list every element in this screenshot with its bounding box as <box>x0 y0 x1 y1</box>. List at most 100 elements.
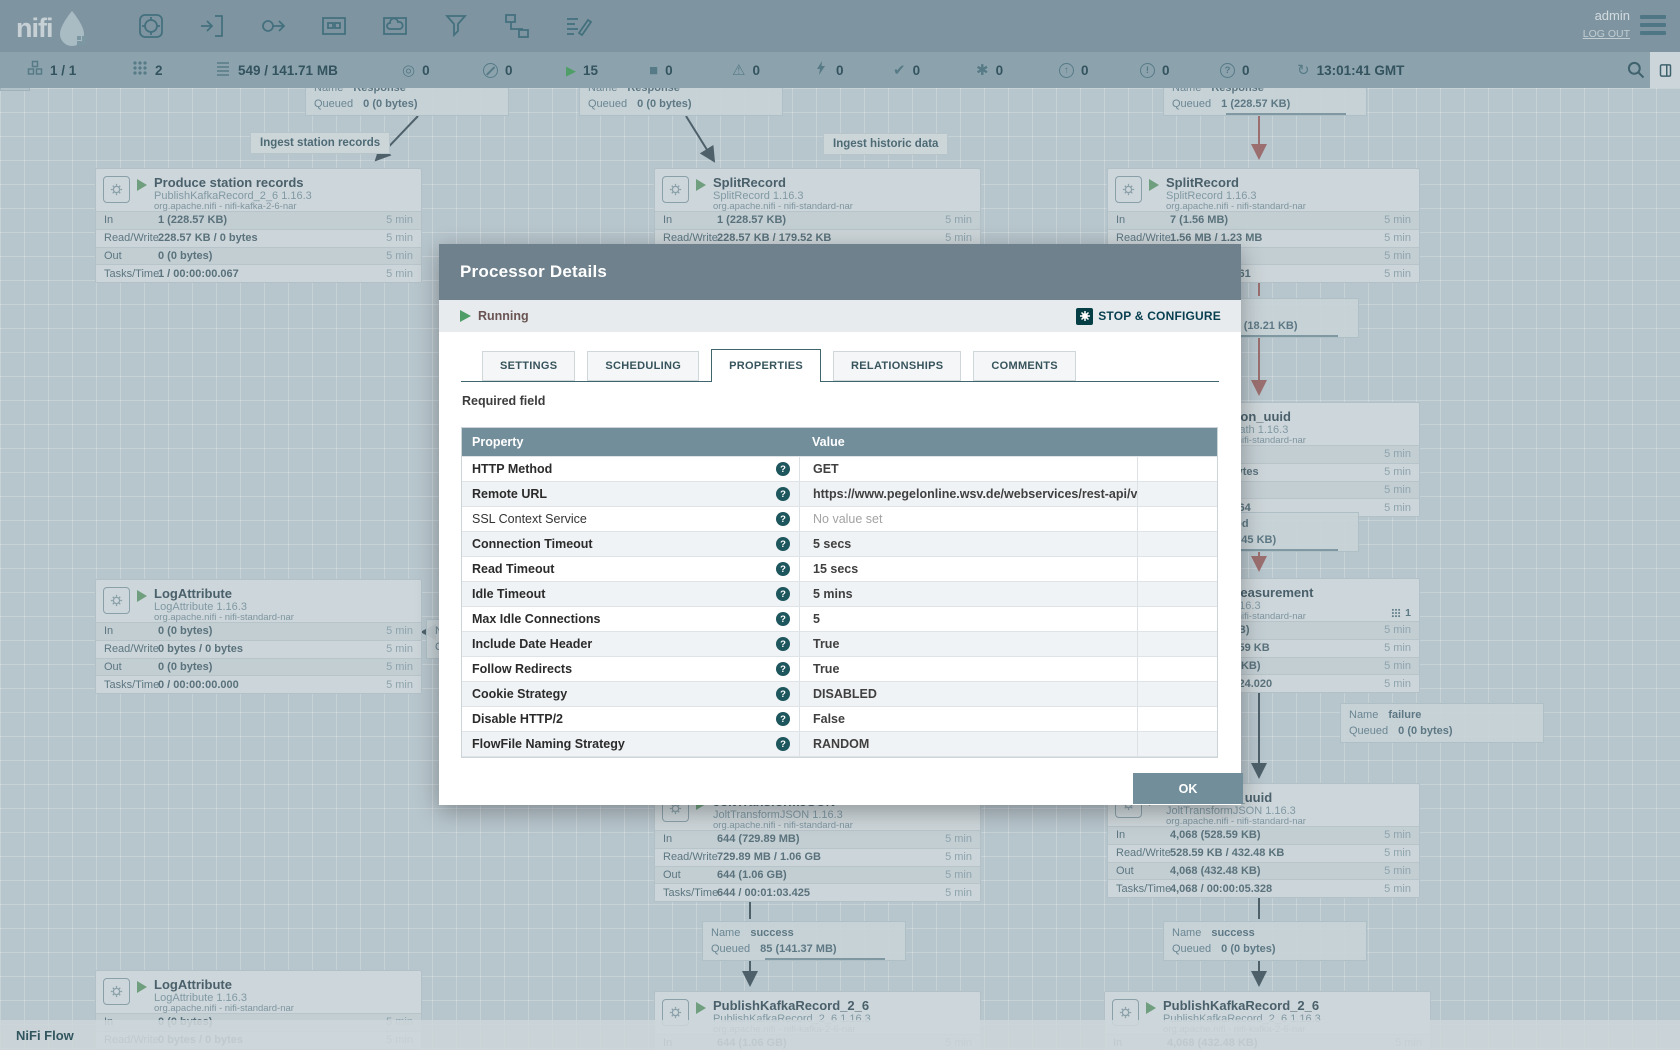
breadcrumb[interactable]: NiFi Flow <box>16 1028 74 1043</box>
stat-window: 5 min <box>377 268 421 280</box>
running-icon: ▶ <box>566 64 576 77</box>
help-icon[interactable]: ? <box>776 537 790 551</box>
property-name: Include Date Header <box>472 637 592 651</box>
spare-cell <box>1137 707 1217 731</box>
value-cell[interactable]: No value set <box>799 507 1137 531</box>
processor-icon <box>103 587 130 614</box>
stat-window: 5 min <box>1375 250 1419 262</box>
help-icon[interactable]: ? <box>776 737 790 751</box>
status-locally-modified-count: 0 <box>996 63 1004 78</box>
tab-properties[interactable]: PROPERTIES <box>711 349 821 382</box>
processor-header: LogAttributeLogAttribute 1.16.3org.apach… <box>96 580 421 622</box>
properties-table: Property Value HTTP Method?GETRemote URL… <box>461 427 1218 758</box>
table-header-row: Property Value <box>462 428 1217 456</box>
status-disabled-count: 0 <box>836 63 844 78</box>
connection-label-l9[interactable]: NamefailureQueued0 (0 bytes) <box>1340 703 1544 743</box>
stat-label: Out <box>96 661 158 673</box>
property-name: Cookie Strategy <box>472 687 567 701</box>
status-locally-modified-stale-count: 0 <box>1162 63 1170 78</box>
output-port-icon[interactable] <box>258 11 288 41</box>
stat-row: Tasks/Time644 / 00:01:03.4255 min <box>655 883 980 901</box>
property-row: FlowFile Naming Strategy?RANDOM <box>462 731 1217 756</box>
birdseye-toggle-button[interactable] <box>1650 52 1680 88</box>
canvas-label-lab1[interactable]: Ingest station records <box>250 132 390 154</box>
connection-label-l11[interactable]: NamesuccessQueued0 (0 bytes) <box>1163 921 1367 961</box>
processor-p1[interactable]: Produce station recordsPublishKafkaRecor… <box>95 168 422 283</box>
label-icon[interactable] <box>563 11 593 41</box>
property-value: 15 secs <box>813 562 858 576</box>
stat-window: 5 min <box>1375 847 1419 859</box>
stat-label: Read/Write <box>1108 232 1170 244</box>
status-cluster-count: 1 / 1 <box>50 63 76 78</box>
queue-percent-bar <box>1226 113 1346 115</box>
status-sync-failure: ?0 <box>1220 52 1250 88</box>
last-refresh[interactable]: ↻ 13:01:41 GMT <box>1297 52 1404 88</box>
stat-label: In <box>1108 214 1170 226</box>
stop-and-configure-button[interactable]: STOP & CONFIGURE <box>1076 300 1221 332</box>
input-port-icon[interactable] <box>197 11 227 41</box>
spare-cell <box>1137 457 1217 481</box>
process-group-icon[interactable] <box>319 11 349 41</box>
processor-p4[interactable]: LogAttributeLogAttribute 1.16.3org.apach… <box>95 579 422 694</box>
remote-process-group-icon[interactable] <box>380 11 410 41</box>
property-row: Remote URL?https://www.pegelonline.wsv.d… <box>462 481 1217 506</box>
help-icon[interactable]: ? <box>776 462 790 476</box>
value-cell[interactable]: 5 mins <box>799 582 1137 606</box>
canvas-label-lab2[interactable]: Ingest historic data <box>823 133 948 155</box>
value-cell[interactable]: False <box>799 707 1137 731</box>
value-cell[interactable]: 5 <box>799 607 1137 631</box>
status-queued-count: 549 / 141.71 MB <box>238 63 338 78</box>
connection-label-l10[interactable]: NamesuccessQueued85 (141.37 MB) <box>702 921 906 961</box>
help-icon[interactable]: ? <box>776 612 790 626</box>
value-cell[interactable]: 15 secs <box>799 557 1137 581</box>
connection-queued-line: Queued1 (228.57 KB) <box>1172 96 1358 112</box>
help-icon[interactable]: ? <box>776 562 790 576</box>
tab-scheduling[interactable]: SCHEDULING <box>587 351 699 381</box>
value-cell[interactable]: True <box>799 657 1137 681</box>
ok-button[interactable]: OK <box>1133 773 1243 804</box>
processor-icon <box>103 978 130 1005</box>
help-icon[interactable]: ? <box>776 687 790 701</box>
value-cell[interactable]: 5 secs <box>799 532 1137 556</box>
value-cell[interactable]: GET <box>799 457 1137 481</box>
funnel-icon[interactable] <box>441 11 471 41</box>
help-icon[interactable]: ? <box>776 512 790 526</box>
global-menu-button[interactable] <box>1640 15 1666 39</box>
value-cell[interactable]: RANDOM <box>799 732 1137 756</box>
column-property: Property <box>472 435 523 449</box>
value-cell[interactable]: DISABLED <box>799 682 1137 706</box>
help-icon[interactable]: ? <box>776 487 790 501</box>
stat-value: 0 (0 bytes) <box>158 250 377 262</box>
processor-stats: In4,068 (528.59 KB)5 minRead/Write528.59… <box>1108 826 1419 897</box>
status-running-count: 15 <box>583 63 598 78</box>
template-icon[interactable] <box>502 11 532 41</box>
stat-window: 5 min <box>1375 484 1419 496</box>
help-icon[interactable]: ? <box>776 587 790 601</box>
property-name: Idle Timeout <box>472 587 545 601</box>
value-cell[interactable]: True <box>799 632 1137 656</box>
tab-settings[interactable]: SETTINGS <box>482 351 575 381</box>
property-row: Max Idle Connections?5 <box>462 606 1217 631</box>
tab-relationships[interactable]: RELATIONSHIPS <box>833 351 961 381</box>
help-icon[interactable]: ? <box>776 662 790 676</box>
value-cell[interactable]: https://www.pegelonline.wsv.de/webservic… <box>799 482 1137 506</box>
property-name: Read Timeout <box>472 562 554 576</box>
transmitting-icon: ◎ <box>402 63 415 78</box>
property-cell: HTTP Method? <box>462 462 799 476</box>
help-icon[interactable]: ? <box>776 712 790 726</box>
help-icon[interactable]: ? <box>776 637 790 651</box>
tab-comments[interactable]: COMMENTS <box>973 351 1076 381</box>
stat-value: 0 (0 bytes) <box>158 625 377 637</box>
stat-label: Tasks/Time <box>96 268 158 280</box>
search-icon[interactable] <box>1626 60 1646 80</box>
logout-link[interactable]: LOG OUT <box>1583 28 1630 40</box>
stat-value: 528.59 KB / 432.48 KB <box>1170 847 1375 859</box>
processor-icon[interactable] <box>136 11 166 41</box>
stat-row: Read/Write0 bytes / 0 bytes5 min <box>96 640 421 658</box>
stat-window: 5 min <box>936 851 980 863</box>
stat-value: 1 (228.57 KB) <box>717 214 936 226</box>
stat-value: 644 (729.89 MB) <box>717 833 936 845</box>
property-cell: FlowFile Naming Strategy? <box>462 737 799 751</box>
value-cell[interactable]: No value set <box>799 757 1137 758</box>
app-header: nifi admin LOG OUT <box>0 0 1680 52</box>
